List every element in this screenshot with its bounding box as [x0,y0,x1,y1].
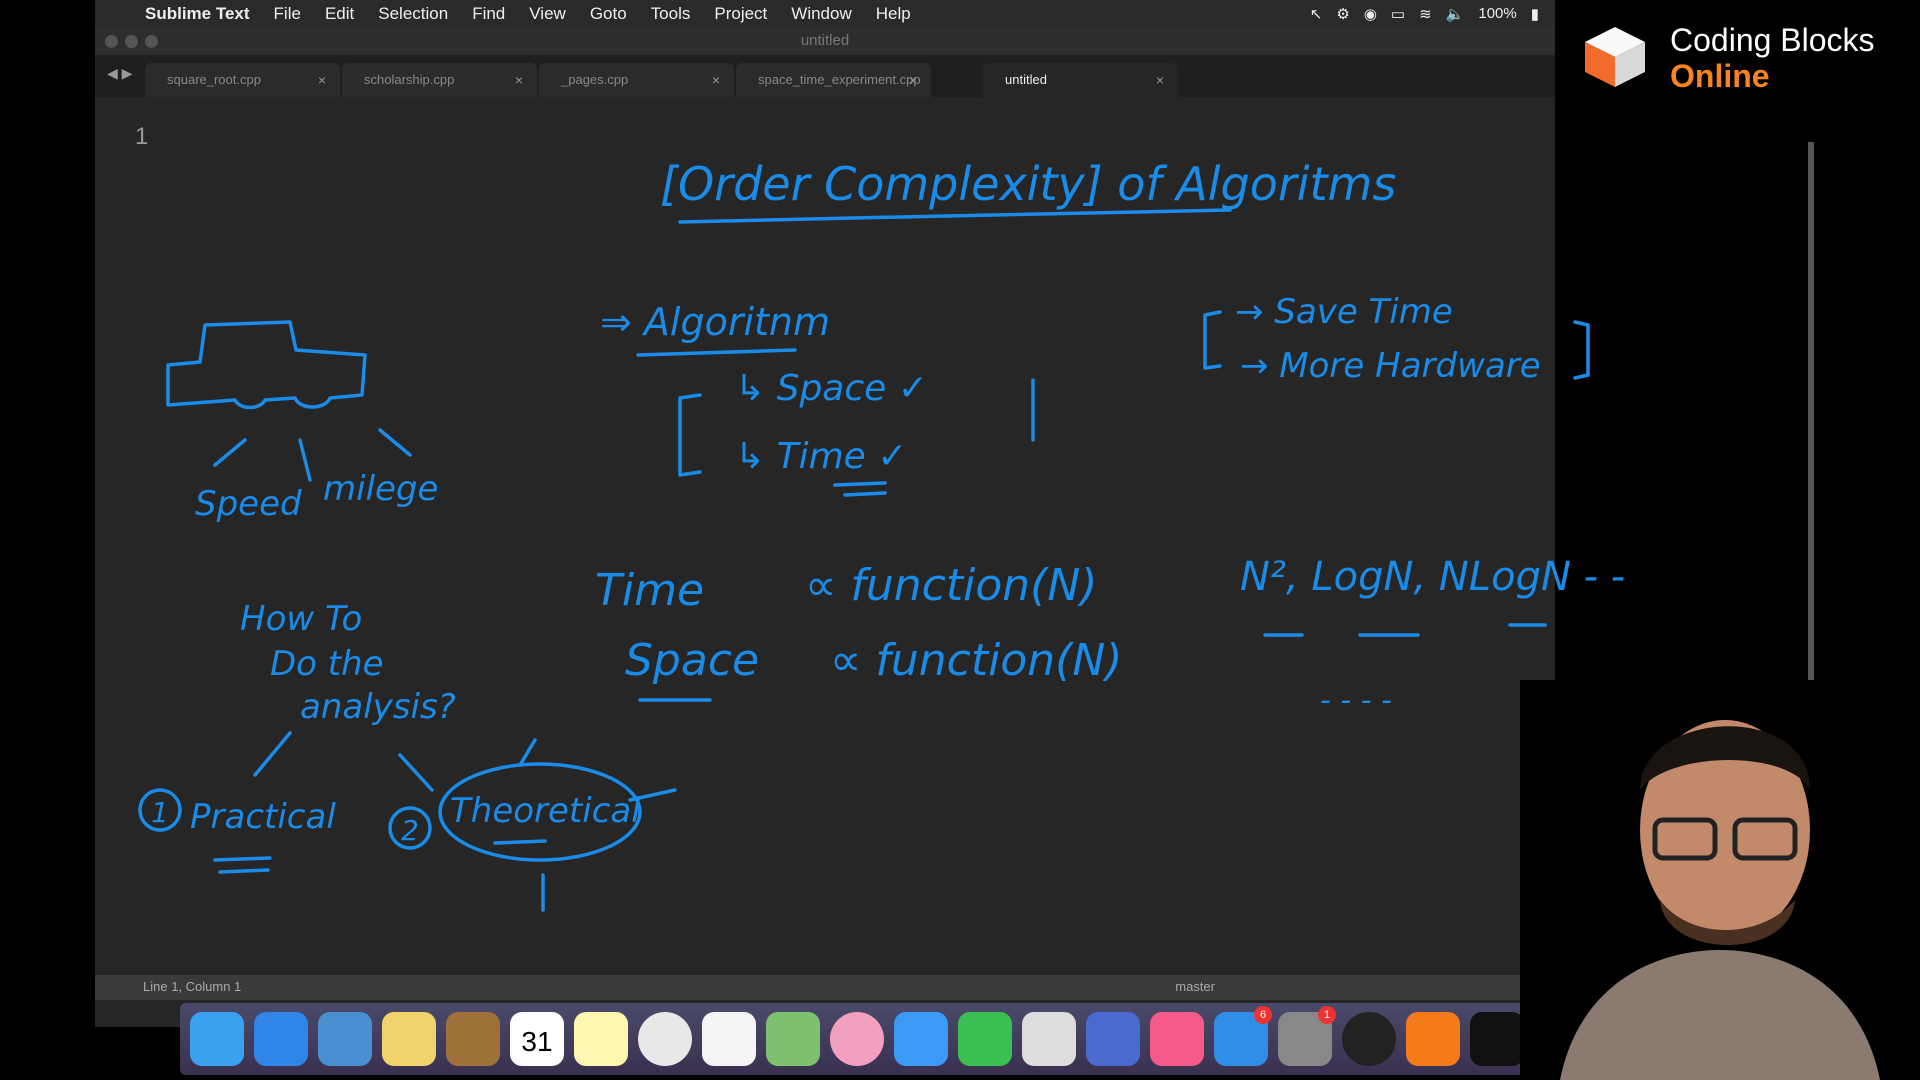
safari-icon[interactable] [254,1012,308,1066]
menubar: Sublime Text File Edit Selection Find Vi… [95,0,1555,27]
chrome-icon[interactable] [638,1012,692,1066]
close-tab-icon[interactable]: × [909,63,917,97]
line-gutter: 1 [95,97,175,150]
close-tab-icon[interactable]: × [515,63,523,97]
menu-help[interactable]: Help [864,4,923,24]
status-bar: Line 1, Column 1 master [95,975,1555,1000]
tab-label: _pages.cpp [561,72,629,87]
window-title: untitled [800,32,850,49]
contacts-icon[interactable] [446,1012,500,1066]
numbers-icon[interactable] [1022,1012,1076,1066]
obs-dock-icon[interactable] [1342,1012,1396,1066]
close-window-button[interactable] [105,35,118,48]
gear-icon[interactable]: ⚙ [1336,5,1349,23]
obs-icon[interactable]: ◉ [1364,5,1377,23]
minimize-window-button[interactable] [125,35,138,48]
menu-edit[interactable]: Edit [313,4,366,24]
system-preferences-icon[interactable]: 1 [1278,1006,1336,1066]
menu-app-name[interactable]: Sublime Text [133,4,262,24]
wifi-icon[interactable]: ≋ [1419,5,1432,23]
facetime-icon[interactable] [958,1012,1012,1066]
tab-space-time-experiment[interactable]: space_time_experiment.cpp × [736,63,931,97]
presenter-webcam [1520,680,1920,1080]
close-tab-icon[interactable]: × [1156,63,1164,97]
menu-find[interactable]: Find [460,4,517,24]
notes-icon[interactable] [574,1012,628,1066]
app-store-icon[interactable]: 6 [1214,1006,1272,1066]
tab-bar: ◀ ▶ square_root.cpp × scholarship.cpp × _p… [95,55,1555,97]
tab-label: scholarship.cpp [364,72,455,87]
brand-line1: Coding Blocks [1670,22,1875,58]
tab-scholarship[interactable]: scholarship.cpp × [342,63,537,97]
brand-line2: Online [1670,58,1770,94]
bracket-right [1573,320,1590,380]
maximize-window-button[interactable] [145,35,158,48]
close-tab-icon[interactable]: × [318,63,326,97]
tab-label: space_time_experiment.cpp [758,72,921,87]
menu-goto[interactable]: Goto [578,4,639,24]
photos-icon[interactable] [830,1012,884,1066]
menu-window[interactable]: Window [779,4,863,24]
tab-square-root[interactable]: square_root.cpp × [145,63,340,97]
close-tab-icon[interactable]: × [712,63,720,97]
editor-window: untitled ◀ ▶ square_root.cpp × scholarshi… [95,27,1814,1027]
mac-dock: 31 6 1 [180,1003,1560,1075]
settings-badge: 1 [1318,1006,1336,1024]
screen-icon[interactable]: ▭ [1391,5,1405,23]
window-titlebar: untitled [95,27,1555,55]
tab-label: untitled [1005,72,1047,87]
line-number: 1 [135,123,149,150]
tab-nav-arrows-icon[interactable]: ◀ ▶ [107,65,132,82]
cursor-position: Line 1, Column 1 [143,979,242,994]
menu-view[interactable]: View [517,4,578,24]
menu-selection[interactable]: Selection [366,4,460,24]
maps-icon[interactable] [766,1012,820,1066]
terminal-icon[interactable] [1470,1012,1524,1066]
status-icons: ↖ ⚙ ◉ ▭ ≋ 🔈 100% ▮ [1310,5,1555,23]
battery-label[interactable]: 100% [1478,5,1516,22]
menu-project[interactable]: Project [702,4,779,24]
git-branch[interactable]: master [1175,979,1215,994]
menu-file[interactable]: File [262,4,313,24]
coding-blocks-logo: Coding Blocks Online [1555,0,1920,115]
volume-icon[interactable]: 🔈 [1446,5,1465,23]
battery-icon[interactable]: ▮ [1531,5,1539,23]
app-store-badge: 6 [1254,1006,1272,1024]
music-icon[interactable] [1150,1012,1204,1066]
mail-icon[interactable] [318,1012,372,1066]
tab-pages[interactable]: _pages.cpp × [539,63,734,97]
textedit-icon[interactable] [382,1012,436,1066]
reminders-icon[interactable] [702,1012,756,1066]
finder-icon[interactable] [190,1012,244,1066]
messages-icon[interactable] [894,1012,948,1066]
tab-label: square_root.cpp [167,72,261,87]
cursor-icon[interactable]: ↖ [1310,5,1323,23]
tab-untitled[interactable]: untitled × [983,63,1178,97]
sublime-text-icon[interactable] [1406,1012,1460,1066]
menu-tools[interactable]: Tools [639,4,703,24]
cube-logo-icon [1585,27,1645,87]
keynote-icon[interactable] [1086,1012,1140,1066]
calendar-icon[interactable]: 31 [510,1012,564,1066]
